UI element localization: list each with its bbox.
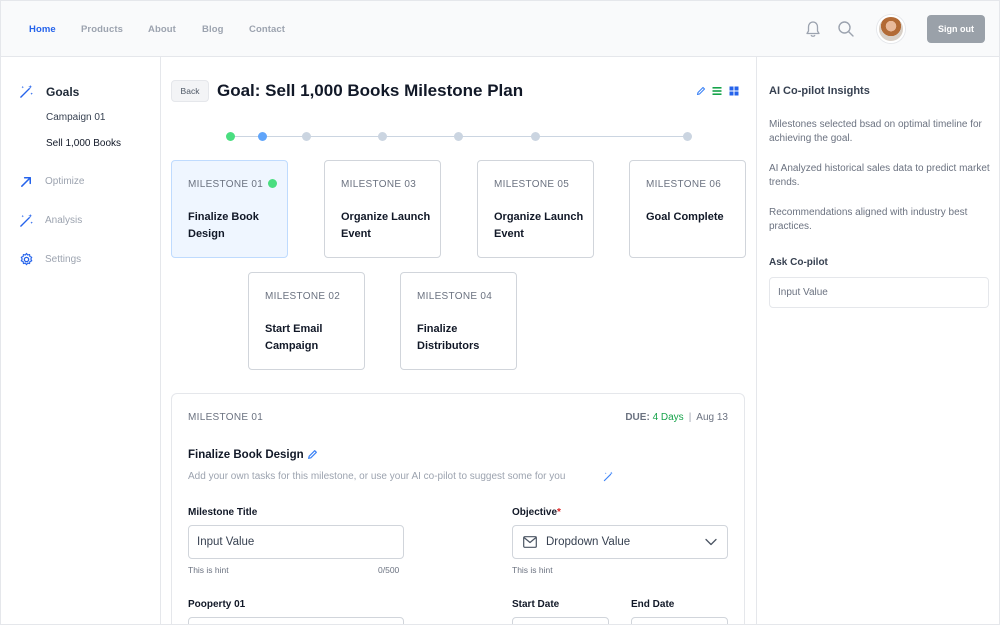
insights-title: AI Co-pilot Insights [769, 85, 870, 97]
sidebar: Goals Campaign 01 Sell 1,000 Books Optim… [1, 57, 161, 624]
sidebar-item-settings[interactable]: Settings [45, 254, 81, 265]
start-date-input[interactable] [512, 617, 609, 624]
milestone-title-label: Milestone Title [188, 507, 258, 518]
pencil-icon[interactable] [307, 449, 318, 460]
timeline-dot-milestone-02[interactable] [258, 132, 267, 141]
milestone-title: Finalize Book Design [188, 211, 259, 240]
sidebar-subitem-campaign-01[interactable]: Campaign 01 [46, 112, 105, 123]
end-date-input[interactable] [631, 617, 728, 624]
status-dot [268, 179, 278, 188]
milestone-number: MILESTONE 01 [188, 179, 278, 190]
timeline-dot-milestone-05[interactable] [454, 132, 463, 141]
app-frame: Home Products About Blog Contact Sign ou… [0, 0, 1000, 625]
page-title: Goal: Sell 1,000 Books Milestone Plan [217, 81, 524, 100]
milestone-card-06[interactable]: MILESTONE 06 Goal Complete [629, 160, 746, 258]
required-marker: * [557, 507, 561, 518]
milestone-number: MILESTONE 05 [494, 179, 570, 190]
milestone-card-01[interactable]: MILESTONE 01 Finalize Book Design [171, 160, 288, 258]
milestone-number: MILESTONE 04 [417, 291, 493, 302]
milestone-card-03[interactable]: MILESTONE 03 Organize Launch Event [324, 160, 441, 258]
detail-title: Finalize Book Design [188, 449, 304, 461]
main-content: Back Goal: Sell 1,000 Books Milestone Pl… [161, 57, 756, 624]
milestone-detail-panel: MILESTONE 01 DUE: 4 Days | Aug 13 Finalize… [171, 393, 745, 624]
arrow-up-right-icon [21, 177, 31, 187]
insight-paragraph: Recommendations aligned with industry be… [769, 207, 968, 232]
search-icon[interactable] [837, 20, 855, 38]
timeline-dot-milestone-04[interactable] [378, 132, 387, 141]
sidebar-item-optimize[interactable]: Optimize [45, 176, 84, 187]
back-button[interactable]: Back [171, 80, 209, 102]
milestone-card-05[interactable]: MILESTONE 05 Organize Launch Event [477, 160, 594, 258]
mail-icon [523, 536, 537, 548]
milestone-title: Finalize Distributors [417, 323, 480, 352]
milestone-title-char-count: 0/500 [378, 565, 400, 575]
milestone-title: Organize Launch Event [494, 211, 584, 240]
grid-view-icon[interactable] [729, 86, 739, 96]
due-separator: | [688, 412, 692, 423]
insight-paragraph: Milestones selected bsad on optimal time… [769, 119, 982, 144]
milestone-timeline [226, 132, 692, 142]
nav-link-home[interactable]: Home [29, 24, 56, 35]
sign-out-button[interactable]: Sign out [927, 15, 985, 43]
detail-description: Add your own tasks for this milestone, o… [188, 471, 566, 482]
ai-insights-panel: AI Co-pilot Insights Milestones selected… [756, 57, 999, 624]
milestone-title-input[interactable]: Input Value [188, 525, 404, 559]
gear-icon [20, 252, 33, 266]
timeline-dot-milestone-end[interactable] [683, 132, 692, 141]
nav-link-contact[interactable]: Contact [249, 24, 285, 35]
nav-link-about[interactable]: About [148, 24, 176, 35]
objective-label: Objective* [512, 507, 561, 518]
milestone-title: Goal Complete [646, 211, 724, 223]
ask-copilot-label: Ask Co-pilot [769, 257, 828, 268]
avatar[interactable] [877, 15, 905, 43]
due-label: DUE: [625, 412, 650, 423]
property-input[interactable] [188, 617, 404, 624]
ask-copilot-input[interactable]: Input Value [769, 277, 989, 308]
milestone-number: MILESTONE 03 [341, 179, 417, 190]
milestone-card-02[interactable]: MILESTONE 02 Start Email Campaign [248, 272, 365, 370]
timeline-dot-milestone-06[interactable] [531, 132, 540, 141]
list-view-icon[interactable] [712, 86, 722, 96]
objective-dropdown-value: Dropdown Value [546, 536, 631, 548]
sidebar-item-analysis[interactable]: Analysis [45, 215, 82, 226]
start-date-label: Start Date [512, 599, 560, 610]
magic-wand-icon [20, 213, 33, 227]
magic-wand-icon [20, 84, 33, 98]
due-date: Aug 13 [696, 412, 728, 423]
milestone-number: MILESTONE 06 [646, 179, 722, 190]
end-date-label: End Date [631, 599, 675, 610]
sidebar-subitem-sell-books[interactable]: Sell 1,000 Books [46, 138, 121, 149]
due-days: 4 Days [652, 412, 684, 423]
milestone-title-hint: This is hint [188, 565, 229, 575]
pencil-icon[interactable] [696, 86, 706, 96]
nav-link-blog[interactable]: Blog [202, 24, 224, 35]
nav-link-products[interactable]: Products [81, 24, 123, 35]
milestone-card-04[interactable]: MILESTONE 04 Finalize Distributors [400, 272, 517, 370]
sidebar-item-goals[interactable]: Goals [46, 85, 79, 99]
property-label: Pooperty 01 [188, 599, 246, 610]
objective-hint: This is hint [512, 565, 553, 575]
due-info: DUE: 4 Days | Aug 13 [625, 412, 728, 423]
timeline-dot-milestone-01[interactable] [226, 132, 235, 141]
chevron-down-icon [705, 538, 717, 546]
milestone-title: Organize Launch Event [341, 211, 431, 240]
objective-dropdown[interactable]: Dropdown Value [512, 525, 728, 559]
bell-icon[interactable] [805, 20, 821, 38]
milestone-title: Start Email Campaign [265, 323, 323, 352]
insight-paragraph: AI Analyzed historical sales data to pre… [769, 163, 990, 188]
detail-milestone-label: MILESTONE 01 [188, 412, 264, 423]
top-navbar: Home Products About Blog Contact Sign ou… [1, 1, 999, 57]
timeline-dot-milestone-03[interactable] [302, 132, 311, 141]
milestone-number: MILESTONE 02 [265, 291, 341, 302]
magic-wand-icon[interactable] [603, 471, 614, 482]
